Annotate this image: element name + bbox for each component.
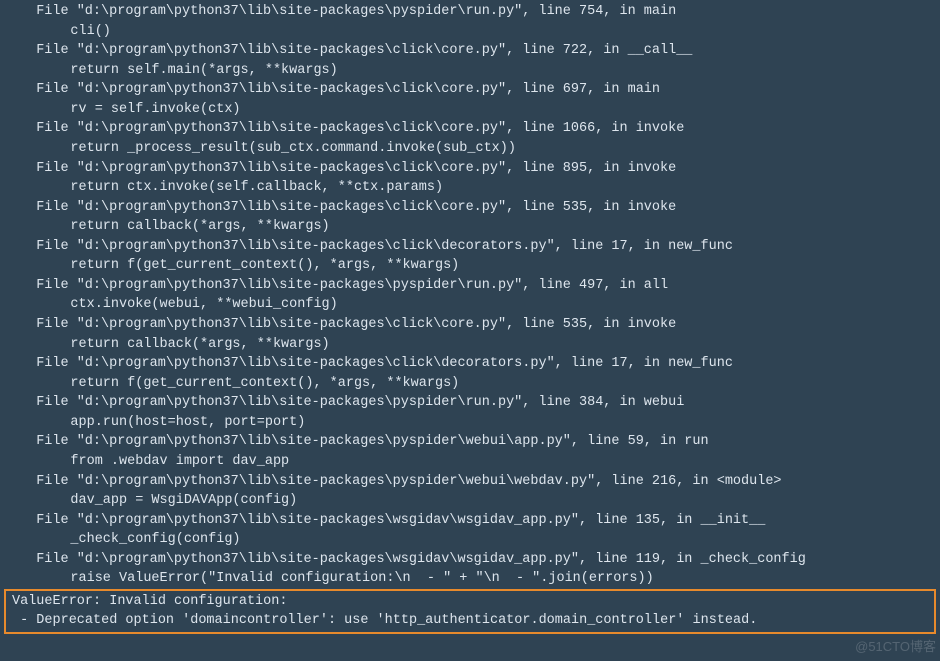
- traceback-file-line: File "d:\program\python37\lib\site-packa…: [0, 119, 940, 139]
- traceback-file-line: File "d:\program\python37\lib\site-packa…: [0, 432, 940, 452]
- traceback-code-line: raise ValueError("Invalid configuration:…: [0, 569, 940, 589]
- traceback-code-line: app.run(host=host, port=port): [0, 413, 940, 433]
- traceback-code-line: return self.main(*args, **kwargs): [0, 61, 940, 81]
- traceback-code-line: return _process_result(sub_ctx.command.i…: [0, 139, 940, 159]
- traceback-file-line: File "d:\program\python37\lib\site-packa…: [0, 315, 940, 335]
- traceback-code-line: return callback(*args, **kwargs): [0, 335, 940, 355]
- error-headline: ValueError: Invalid configuration:: [6, 592, 934, 612]
- traceback-code-line: cli(): [0, 22, 940, 42]
- traceback-code-line: from .webdav import dav_app: [0, 452, 940, 472]
- traceback-file-line: File "d:\program\python37\lib\site-packa…: [0, 237, 940, 257]
- traceback-code-line: return callback(*args, **kwargs): [0, 217, 940, 237]
- traceback-code-line: _check_config(config): [0, 530, 940, 550]
- traceback-file-line: File "d:\program\python37\lib\site-packa…: [0, 2, 940, 22]
- traceback-code-line: ctx.invoke(webui, **webui_config): [0, 295, 940, 315]
- traceback-code-line: rv = self.invoke(ctx): [0, 100, 940, 120]
- traceback-file-line: File "d:\program\python37\lib\site-packa…: [0, 550, 940, 570]
- traceback-code-line: return ctx.invoke(self.callback, **ctx.p…: [0, 178, 940, 198]
- traceback-code-line: dav_app = WsgiDAVApp(config): [0, 491, 940, 511]
- traceback-file-line: File "d:\program\python37\lib\site-packa…: [0, 276, 940, 296]
- error-highlight-box: ValueError: Invalid configuration: - Dep…: [4, 589, 936, 634]
- traceback-code-line: return f(get_current_context(), *args, *…: [0, 374, 940, 394]
- traceback-file-line: File "d:\program\python37\lib\site-packa…: [0, 41, 940, 61]
- watermark: @51CTO博客: [855, 638, 936, 657]
- traceback-file-line: File "d:\program\python37\lib\site-packa…: [0, 198, 940, 218]
- error-detail: - Deprecated option 'domaincontroller': …: [6, 611, 934, 631]
- traceback-list: File "d:\program\python37\lib\site-packa…: [0, 0, 940, 589]
- traceback-file-line: File "d:\program\python37\lib\site-packa…: [0, 511, 940, 531]
- traceback-file-line: File "d:\program\python37\lib\site-packa…: [0, 159, 940, 179]
- traceback-file-line: File "d:\program\python37\lib\site-packa…: [0, 393, 940, 413]
- traceback-file-line: File "d:\program\python37\lib\site-packa…: [0, 354, 940, 374]
- traceback-code-line: return f(get_current_context(), *args, *…: [0, 256, 940, 276]
- traceback-file-line: File "d:\program\python37\lib\site-packa…: [0, 80, 940, 100]
- traceback-file-line: File "d:\program\python37\lib\site-packa…: [0, 472, 940, 492]
